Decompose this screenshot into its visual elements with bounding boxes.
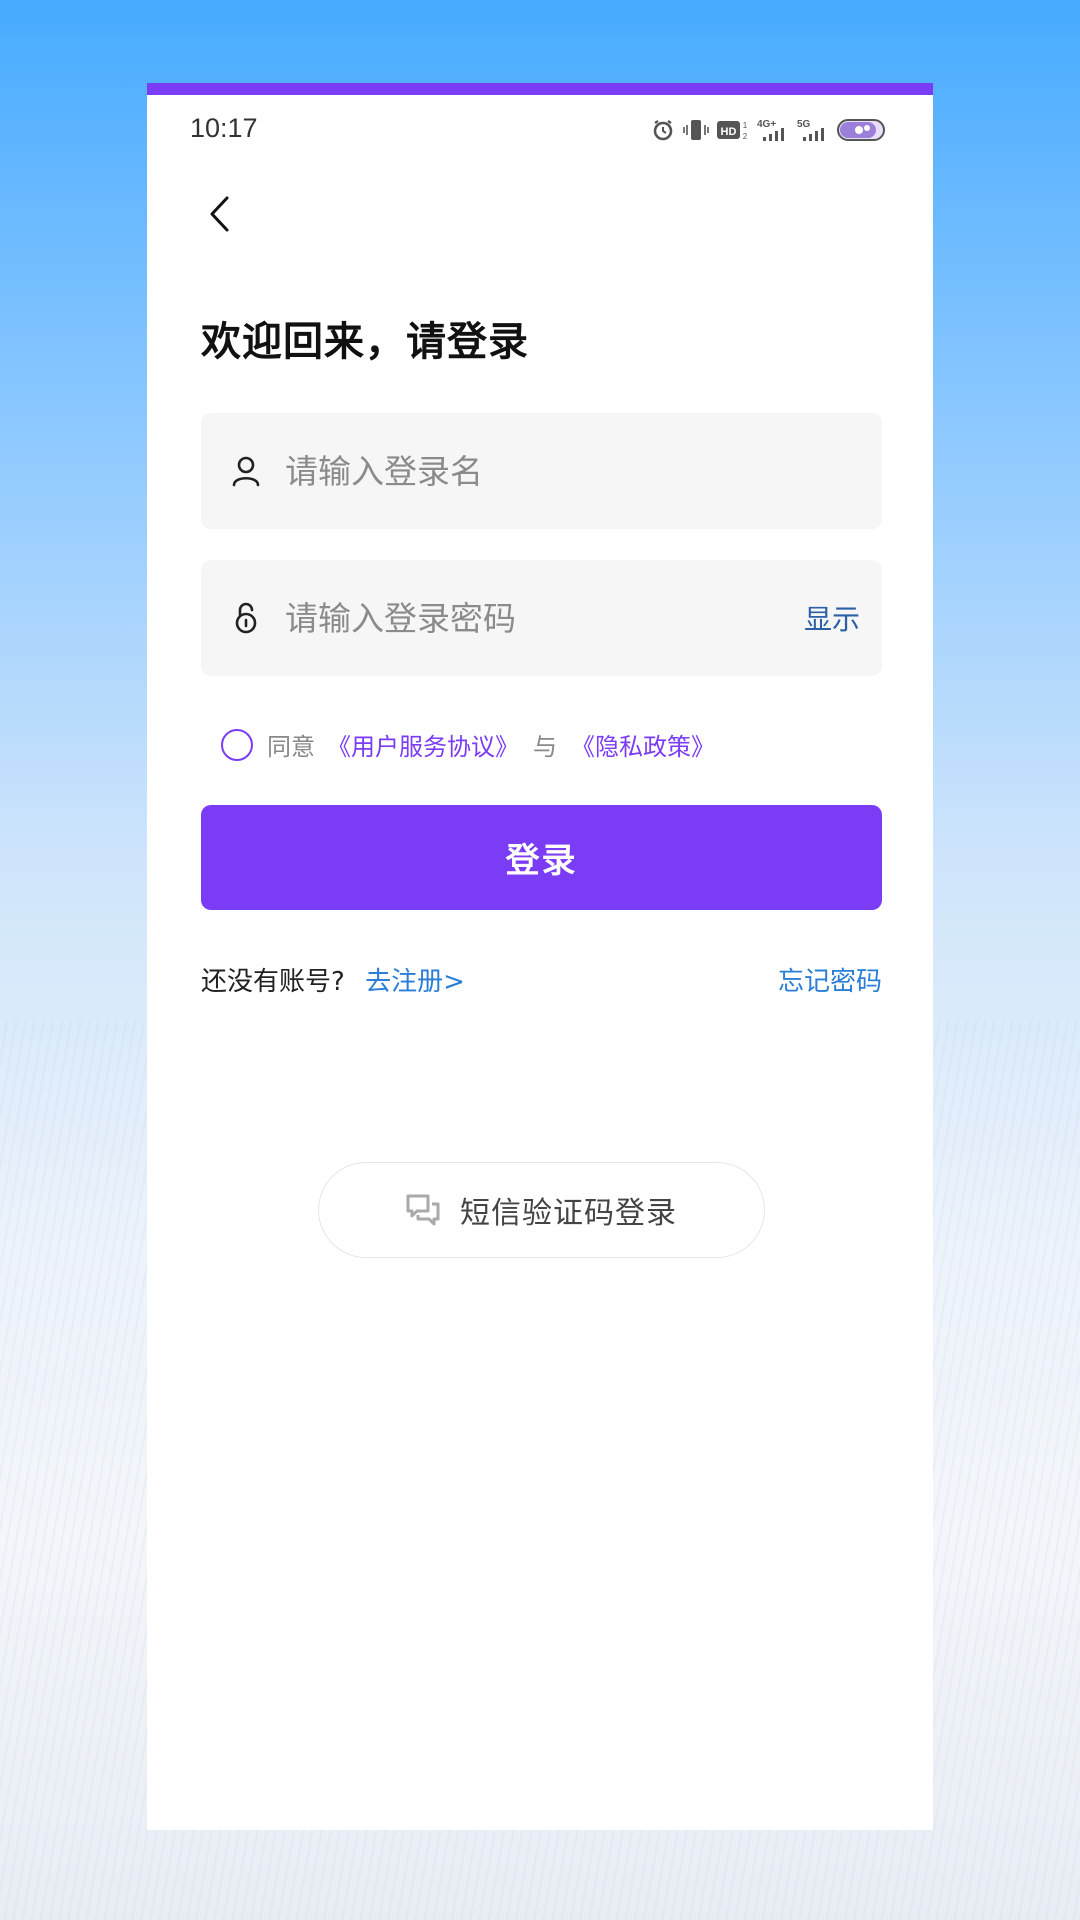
sms-login-button[interactable]: 短信验证码登录 (318, 1162, 765, 1258)
chevron-left-icon (210, 196, 229, 232)
bottom-links: 还没有账号? 去注册> 忘记密码 (201, 961, 882, 998)
message-icon (406, 1194, 440, 1226)
back-button[interactable] (197, 189, 241, 239)
username-input[interactable] (283, 450, 882, 492)
terms-link[interactable]: 《用户服务协议》 (327, 727, 519, 762)
svg-text:4G+: 4G+ (757, 119, 776, 130)
phone-screen: 10:17 HD 1 2 4G+ 5G 欢迎回来，请登录 请输入登录名 显示 同… (147, 83, 933, 1830)
agreement-prefix: 同意 (267, 733, 315, 761)
svg-text:5G: 5G (797, 119, 811, 130)
password-field[interactable]: 显示 (201, 560, 882, 676)
battery-icon (837, 118, 885, 142)
status-icons: HD 1 2 4G+ 5G (651, 117, 885, 143)
register-link[interactable]: 去注册> (365, 967, 465, 997)
agreement-conjunction: 与 (533, 733, 557, 761)
4g-signal-icon: 4G+ (757, 117, 789, 143)
forgot-password-link[interactable]: 忘记密码 (778, 961, 882, 998)
agreement-row: 同意 《用户服务协议》 与 《隐私政策》 (221, 727, 715, 762)
password-input[interactable] (283, 597, 804, 639)
agreement-checkbox[interactable] (221, 728, 253, 761)
vibrate-icon (683, 118, 709, 142)
page-title: 欢迎回来，请登录 (201, 319, 529, 365)
svg-text:1: 1 (743, 121, 748, 130)
register-prompt: 还没有账号? 去注册> (201, 961, 465, 998)
hd-icon: HD 1 2 (717, 118, 749, 142)
status-time: 10:17 (190, 113, 258, 143)
svg-text:HD: HD (721, 126, 737, 138)
svg-text:2: 2 (743, 132, 748, 141)
sms-login-label: 短信验证码登录 (460, 1196, 677, 1231)
lock-icon (231, 601, 261, 635)
no-account-text: 还没有账号? (201, 967, 345, 997)
5g-signal-icon: 5G (797, 117, 829, 143)
login-button[interactable]: 登录 (201, 805, 882, 910)
username-field[interactable] (201, 413, 882, 529)
accent-top-strip (147, 83, 933, 95)
show-password-button[interactable]: 显示 (804, 598, 860, 638)
alarm-icon (651, 118, 675, 142)
privacy-link[interactable]: 《隐私政策》 (571, 727, 715, 762)
user-icon (231, 454, 261, 488)
